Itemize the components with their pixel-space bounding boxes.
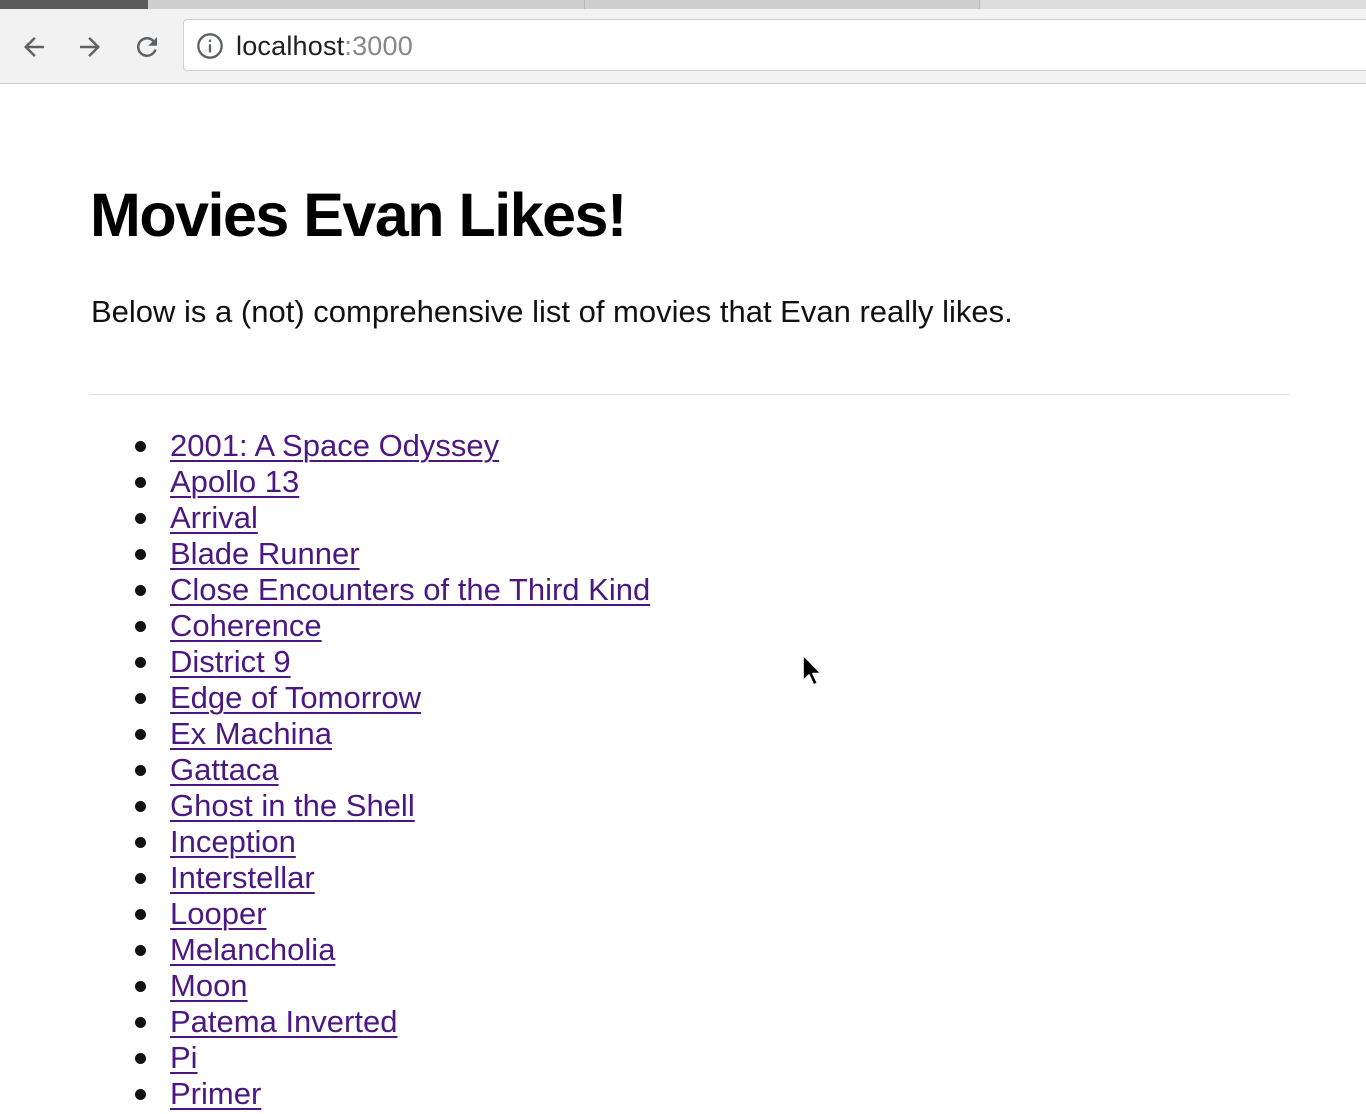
bullet-icon <box>135 1053 146 1064</box>
intro-text: Below is a (not) comprehensive list of m… <box>91 294 1013 329</box>
movie-link[interactable]: Patema Inverted <box>170 1004 397 1039</box>
list-item: Melancholia <box>135 932 650 968</box>
movie-link[interactable]: 2001: A Space Odyssey <box>170 428 499 463</box>
bullet-icon <box>135 837 146 848</box>
bullet-icon <box>135 549 146 560</box>
back-button[interactable] <box>14 27 54 67</box>
list-item: 2001: A Space Odyssey <box>135 428 650 464</box>
url-port: :3000 <box>344 31 413 61</box>
movie-link[interactable]: Ghost in the Shell <box>170 788 415 823</box>
movie-link[interactable]: Pi <box>170 1040 198 1075</box>
bullet-icon <box>135 981 146 992</box>
bullet-icon <box>135 441 146 452</box>
list-item: Close Encounters of the Third Kind <box>135 572 650 608</box>
url-text[interactable]: localhost:3000 <box>236 30 413 62</box>
list-item: Ghost in the Shell <box>135 788 650 824</box>
movie-link[interactable]: Moon <box>170 968 248 1003</box>
url-host: localhost <box>236 31 345 61</box>
bullet-icon <box>135 1017 146 1028</box>
list-item: District 9 <box>135 644 650 680</box>
movie-link[interactable]: Apollo 13 <box>170 464 299 499</box>
list-item: Pi <box>135 1040 650 1076</box>
tab-3[interactable] <box>585 0 980 9</box>
mouse-cursor-icon <box>802 654 822 686</box>
bullet-icon <box>135 945 146 956</box>
list-item: Primer <box>135 1076 650 1112</box>
forward-button[interactable] <box>70 27 110 67</box>
list-item: Moon <box>135 968 650 1004</box>
list-item: Interstellar <box>135 860 650 896</box>
bullet-icon <box>135 585 146 596</box>
movie-link[interactable]: Ex Machina <box>170 716 332 751</box>
back-arrow-icon <box>24 37 44 57</box>
tab-2[interactable] <box>148 0 585 9</box>
reload-button[interactable] <box>127 27 167 67</box>
movie-link[interactable]: Edge of Tomorrow <box>170 680 421 715</box>
movie-link[interactable]: Inception <box>170 824 296 859</box>
divider <box>90 394 1290 395</box>
bullet-icon <box>135 801 146 812</box>
forward-arrow-icon <box>80 37 100 57</box>
info-icon[interactable] <box>196 32 224 60</box>
movie-link[interactable]: Gattaca <box>170 752 279 787</box>
list-item: Gattaca <box>135 752 650 788</box>
movie-link[interactable]: Blade Runner <box>170 536 360 571</box>
bullet-icon <box>135 729 146 740</box>
bullet-icon <box>135 513 146 524</box>
list-item: Blade Runner <box>135 536 650 572</box>
bullet-icon <box>135 693 146 704</box>
list-item: Coherence <box>135 608 650 644</box>
movie-link[interactable]: Melancholia <box>170 932 335 967</box>
list-item: Looper <box>135 896 650 932</box>
movie-link[interactable]: Looper <box>170 896 267 931</box>
bullet-icon <box>135 1089 146 1100</box>
browser-toolbar: localhost:3000 <box>0 9 1366 84</box>
bullet-icon <box>135 765 146 776</box>
list-item: Arrival <box>135 500 650 536</box>
list-item: Patema Inverted <box>135 1004 650 1040</box>
movie-list: 2001: A Space Odyssey Apollo 13 Arrival Bla… <box>135 428 650 1112</box>
movie-link[interactable]: Close Encounters of the Third Kind <box>170 572 650 607</box>
reload-icon <box>136 36 157 57</box>
list-item: Apollo 13 <box>135 464 650 500</box>
movie-link[interactable]: Arrival <box>170 500 258 535</box>
tab-active[interactable] <box>0 0 148 9</box>
bullet-icon <box>135 909 146 920</box>
page-title: Movies Evan Likes! <box>90 181 627 249</box>
tab-strip <box>0 0 1366 9</box>
movie-link[interactable]: Primer <box>170 1076 261 1111</box>
movie-link[interactable]: Interstellar <box>170 860 315 895</box>
bullet-icon <box>135 873 146 884</box>
list-item: Edge of Tomorrow <box>135 680 650 716</box>
movie-link[interactable]: District 9 <box>170 644 291 679</box>
page-viewport: Movies Evan Likes! Below is a (not) comp… <box>0 84 1366 1114</box>
list-item: Ex Machina <box>135 716 650 752</box>
bullet-icon <box>135 657 146 668</box>
list-item: Inception <box>135 824 650 860</box>
bullet-icon <box>135 621 146 632</box>
movie-link[interactable]: Coherence <box>170 608 322 643</box>
bullet-icon <box>135 477 146 488</box>
address-bar[interactable]: localhost:3000 <box>183 19 1366 71</box>
